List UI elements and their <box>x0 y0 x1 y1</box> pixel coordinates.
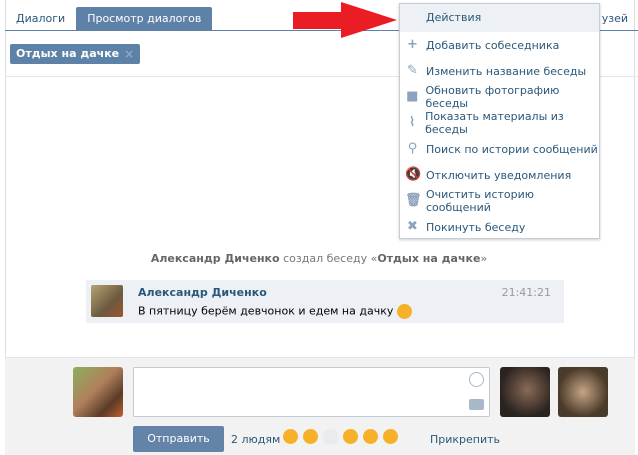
participant-avatar[interactable] <box>500 367 550 417</box>
avatar[interactable] <box>91 285 123 317</box>
menu-item-label: Поиск по истории сообщений <box>426 142 598 156</box>
message-author[interactable]: Александр Диченко <box>138 286 267 299</box>
message-time: 21:41:21 <box>501 286 551 299</box>
my-avatar[interactable] <box>73 367 123 417</box>
menu-item[interactable]: ✎ Изменить название беседы <box>400 58 599 84</box>
close-icon[interactable]: × <box>124 44 134 64</box>
menu-item-icon: + <box>407 37 418 52</box>
menu-item[interactable]: 🔇 Отключить уведомления <box>400 162 599 188</box>
menu-item-icon: 🗑 <box>405 193 422 208</box>
menu-item-label: Добавить собеседника <box>426 38 560 52</box>
menu-item-label: Изменить название беседы <box>426 64 587 78</box>
menu-item-icon: ✎ <box>407 63 418 78</box>
emoji-bar <box>283 429 398 444</box>
emoji-cool-icon[interactable] <box>283 429 298 444</box>
emoji-roll-eyes-icon[interactable] <box>343 429 358 444</box>
message-item: Александр Диченко 21:41:21 В пятницу бер… <box>86 280 564 323</box>
menu-item[interactable]: 🗑 Очистить историю сообщений <box>400 188 599 214</box>
attach-link[interactable]: Прикрепить <box>430 433 500 446</box>
menu-item-label: Обновить фотографию беседы <box>425 84 560 110</box>
tab-view-dialogs[interactable]: Просмотр диалогов <box>76 7 213 31</box>
emoji-kiss-icon[interactable] <box>363 429 378 444</box>
message-text-content: В пятницу берём девчонок и едем на дачку <box>138 304 394 318</box>
menu-item[interactable]: ■ Обновить фотографию беседы <box>400 84 599 110</box>
menu-item-icon: ⌇ <box>408 115 416 130</box>
system-message: Александр Диченко создал беседу «Отдых н… <box>0 252 638 265</box>
menu-item-label: Отключить уведомления <box>426 168 572 182</box>
participant-avatar[interactable] <box>558 367 608 417</box>
menu-item[interactable]: ⌇ Показать материалы из беседы <box>400 110 599 136</box>
quote: » <box>480 252 488 265</box>
message-text: В пятницу берём девчонок и едем на дачку <box>138 304 412 319</box>
send-button[interactable]: Отправить <box>133 426 224 452</box>
system-action: создал беседу <box>279 252 371 265</box>
recipients-count[interactable]: 2 людям <box>231 433 280 446</box>
tab-friends[interactable]: узей <box>602 7 628 31</box>
message-input[interactable] <box>133 367 490 417</box>
menu-item-icon: ■ <box>406 89 419 104</box>
menu-item[interactable]: + Добавить собеседника <box>400 32 599 58</box>
menu-item[interactable]: ✖ Покинуть беседу <box>400 214 599 240</box>
actions-menu-header[interactable]: Действия <box>400 4 599 32</box>
menu-item-label: Покинуть беседу <box>426 220 526 234</box>
system-author[interactable]: Александр Диченко <box>151 252 280 265</box>
menu-item-label: Показать материалы из беседы <box>425 110 564 136</box>
menu-item-icon: ✖ <box>407 219 418 234</box>
tab-dialogs[interactable]: Диалоги <box>5 7 76 31</box>
tabs: Диалоги Просмотр диалогов <box>5 7 213 31</box>
emoji-crazy-icon[interactable] <box>383 429 398 444</box>
red-arrow-icon <box>293 2 397 38</box>
menu-item-icon: ⚲ <box>407 141 418 156</box>
actions-menu: Действия + Добавить собеседника ✎ Изменить … <box>399 3 600 239</box>
emoji-smile-icon[interactable] <box>303 429 318 444</box>
emoji-icon <box>396 304 412 319</box>
conversation-chip[interactable]: Отдых на дачке × <box>10 44 141 64</box>
smile-icon[interactable] <box>469 372 484 387</box>
chip-label: Отдых на дачке <box>16 47 120 60</box>
menu-item[interactable]: ⚲ Поиск по истории сообщений <box>400 136 599 162</box>
camera-icon[interactable] <box>469 399 484 410</box>
menu-item-icon: 🔇 <box>405 167 422 182</box>
emoji-ghost-icon[interactable] <box>323 429 338 444</box>
menu-item-label: Очистить историю сообщений <box>426 188 535 214</box>
system-title: Отдых на дачке <box>377 252 481 265</box>
